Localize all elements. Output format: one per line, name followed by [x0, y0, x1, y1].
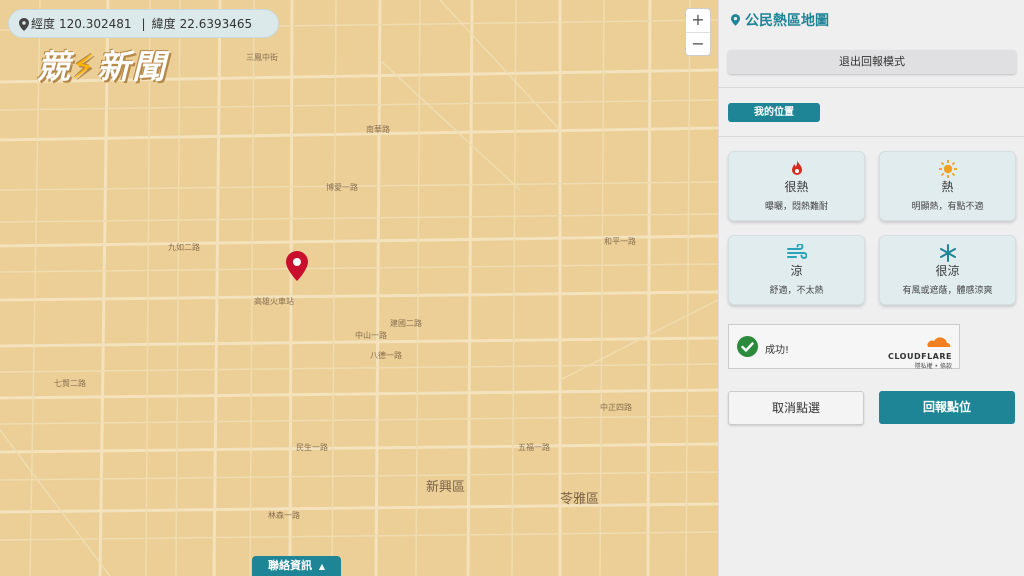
coord-separator: |: [141, 16, 146, 31]
district-label: 苓雅區: [560, 492, 600, 507]
divider: [719, 87, 1024, 88]
cloud-icon: [927, 337, 951, 347]
report-location-button[interactable]: 回報點位: [879, 391, 1015, 424]
lightning-icon: ⚡: [72, 47, 98, 86]
my-location-button[interactable]: 我的位置: [728, 103, 820, 122]
option-label: 很熱: [784, 180, 809, 194]
option-label: 涼: [790, 264, 803, 278]
captcha-status: 成功!: [765, 345, 790, 356]
street-label: 林森一路: [268, 511, 300, 520]
brand-text: 新聞: [97, 47, 168, 86]
map-marker-icon[interactable]: [286, 251, 308, 281]
street-label: 三鳳中街: [246, 53, 278, 62]
option-very-cool[interactable]: 很涼 有風或遮蔭，體感涼爽: [879, 235, 1016, 305]
street-label: 南華路: [366, 125, 390, 134]
option-desc: 舒適，不太熱: [769, 286, 824, 296]
option-desc: 明顯熱，有點不適: [911, 202, 984, 212]
street-label: 建國二路: [390, 319, 422, 328]
coordinates-display: 經度 120.302481 | 緯度 22.6393465: [8, 9, 279, 38]
option-desc: 曝曬，悶熱難耐: [764, 202, 828, 212]
side-panel: 公民熱區地圖 退出回報模式 我的位置 很熱 曝曬，悶熱難耐 熱 明顯熱，有點不適…: [718, 0, 1024, 576]
location-pin-icon: [19, 18, 29, 31]
zoom-in-button[interactable]: +: [686, 9, 710, 32]
option-cool[interactable]: 涼 舒適，不太熱: [728, 235, 865, 305]
option-label: 熱: [941, 180, 954, 194]
contact-info-tab[interactable]: 聯絡資訊 ▲: [252, 556, 341, 576]
option-very-hot[interactable]: 很熱 曝曬，悶熱難耐: [728, 151, 865, 221]
street-label: 中正四路: [600, 403, 632, 412]
zoom-out-button[interactable]: −: [686, 32, 710, 56]
panel-title: 公民熱區地圖: [731, 10, 829, 30]
street-label: 博愛一路: [326, 183, 358, 192]
zoom-control: + −: [685, 8, 711, 56]
cloudflare-logo: CLOUDFLARE 隱私權 • 條款: [888, 333, 952, 370]
longitude-label: 經度: [31, 17, 56, 31]
latitude-label: 緯度: [151, 17, 176, 31]
option-desc: 有風或遮蔭，體感涼爽: [902, 286, 993, 296]
longitude-value: 120.302481: [59, 16, 132, 31]
station-label: 高雄火車站: [254, 297, 294, 306]
privacy-terms-links[interactable]: 隱私權 • 條款: [888, 361, 952, 370]
wind-icon: [729, 243, 864, 260]
sun-icon: [880, 160, 1015, 178]
caret-up-icon: ▲: [318, 562, 325, 571]
captcha-widget[interactable]: 成功! CLOUDFLARE 隱私權 • 條款: [728, 324, 960, 370]
latitude-value: 22.6393465: [179, 16, 253, 31]
cancel-selection-button[interactable]: 取消點選: [728, 391, 864, 425]
street-label: 和平一路: [604, 237, 636, 246]
street-label: 中山一路: [355, 331, 387, 340]
street-label: 九如二路: [168, 243, 200, 252]
location-pin-icon: [731, 14, 740, 26]
map-view[interactable]: 新興區 苓雅區 高雄火車站 南華路 九如二路 三鳳中街 建國二路 中山一路 七賢…: [0, 0, 718, 576]
option-label: 很涼: [935, 264, 960, 278]
street-label: 七賢二路: [54, 379, 86, 388]
street-label: 民生一路: [296, 443, 328, 452]
checkmark-icon: [737, 336, 758, 357]
snowflake-icon: [880, 244, 1015, 262]
flame-icon: [729, 160, 864, 176]
brand-text: 競: [37, 47, 72, 86]
street-label: 五福一路: [518, 443, 550, 452]
divider: [719, 136, 1024, 137]
contact-label: 聯絡資訊: [268, 559, 312, 572]
street-label: 八德一路: [370, 351, 402, 360]
cloudflare-wordmark: CLOUDFLARE: [888, 352, 952, 361]
exit-report-mode-button[interactable]: 退出回報模式: [728, 50, 1016, 74]
district-label: 新興區: [426, 480, 466, 495]
option-hot[interactable]: 熱 明顯熱，有點不適: [879, 151, 1016, 221]
brand-logo: 競⚡新聞: [37, 40, 167, 88]
panel-title-text: 公民熱區地圖: [745, 13, 829, 29]
